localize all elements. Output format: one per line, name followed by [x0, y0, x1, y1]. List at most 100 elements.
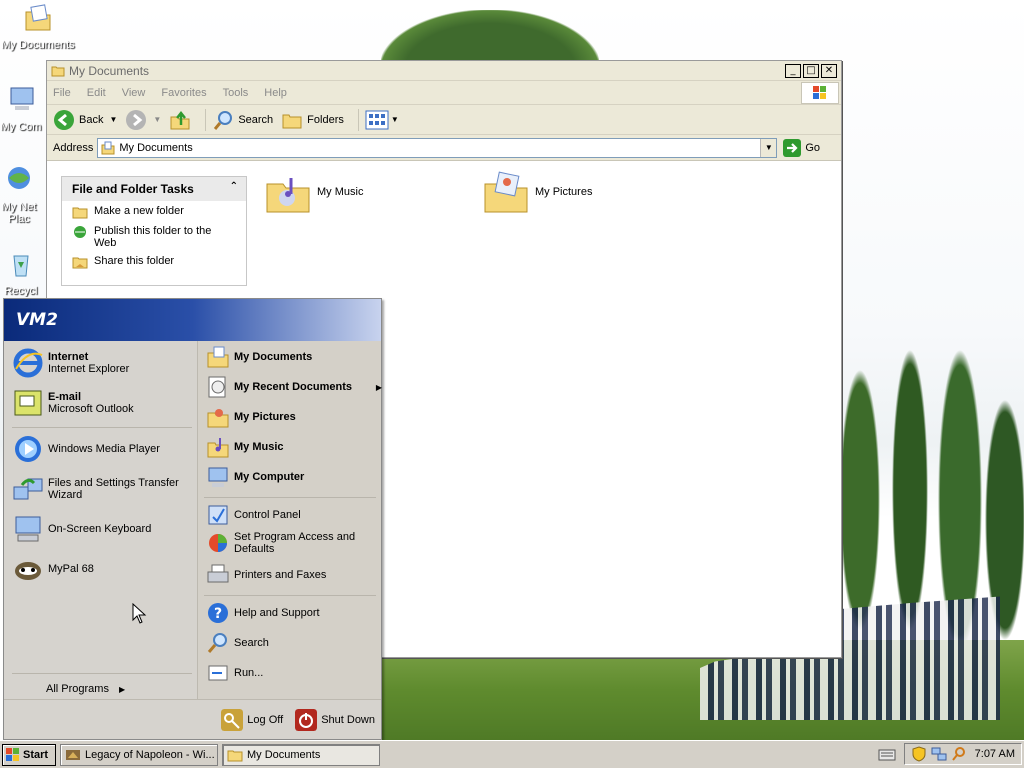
go-button[interactable]: Go — [783, 138, 820, 157]
menu-help[interactable]: Help — [264, 87, 287, 99]
start-setting-control-panel[interactable]: Control Panel — [206, 503, 301, 527]
security-shield-icon[interactable] — [911, 746, 927, 762]
maximize-button[interactable]: □ — [803, 63, 819, 78]
start-run[interactable]: Run... — [206, 661, 263, 685]
search-icon[interactable] — [951, 746, 967, 762]
desktop-icon-my-computer[interactable]: My Com — [0, 84, 46, 133]
back-arrow-icon — [54, 109, 74, 130]
window-titlebar[interactable]: My Documents _ □ ✕ — [47, 61, 841, 81]
shut-down-button[interactable]: Shut Down — [295, 708, 375, 731]
search-icon — [207, 633, 227, 653]
folder-label: My Pictures — [535, 186, 593, 198]
start-item-mypal[interactable]: MyPal 68 — [12, 553, 94, 585]
mouse-cursor-icon — [132, 603, 147, 624]
taskbar-item-label: My Documents — [247, 748, 321, 761]
minimize-button[interactable]: _ — [785, 63, 801, 78]
up-folder-button[interactable] — [169, 109, 191, 131]
start-item-media-player[interactable]: Windows Media Player — [12, 433, 160, 465]
shut-down-label: Shut Down — [321, 713, 375, 726]
close-button[interactable]: ✕ — [821, 63, 837, 78]
start-setting-printers[interactable]: Printers and Faxes — [206, 563, 326, 587]
start-place-recent-documents[interactable]: My Recent Documents ▶ — [206, 375, 382, 399]
start-item-sub: Internet Explorer — [48, 363, 130, 375]
start-item-internet[interactable]: Internet Internet Explorer — [12, 347, 129, 379]
menu-bar: File Edit View Favorites Tools Help — [47, 81, 841, 105]
run-icon — [208, 665, 228, 681]
taskbar-item-label: Legacy of Napoleon - Wi... — [85, 748, 215, 761]
my-music-icon — [207, 438, 229, 458]
start-place-my-pictures[interactable]: My Pictures — [206, 405, 296, 429]
address-input[interactable]: My Documents ▼ — [97, 137, 778, 158]
start-item-label: Windows Media Player — [48, 443, 160, 455]
network-places-icon — [8, 167, 30, 189]
taskbar-item-my-documents[interactable]: My Documents — [222, 743, 380, 766]
start-place-label: My Recent Documents — [234, 381, 352, 393]
task-label: Make a new folder — [94, 205, 184, 217]
network-icon[interactable] — [931, 746, 947, 762]
folders-button[interactable]: Folders — [281, 109, 344, 131]
menu-tools[interactable]: Tools — [223, 87, 249, 99]
search-button[interactable]: Search — [212, 109, 273, 131]
folder-my-pictures[interactable]: My Pictures — [483, 168, 592, 216]
views-dropdown-icon[interactable]: ▼ — [391, 115, 399, 124]
menu-view[interactable]: View — [122, 87, 146, 99]
start-item-transfer-wizard[interactable]: Files and Settings Transfer Wizard — [12, 473, 188, 505]
start-item-label: On-Screen Keyboard — [48, 523, 152, 535]
start-item-email[interactable]: E-mail Microsoft Outlook — [12, 387, 134, 419]
menu-favorites[interactable]: Favorites — [161, 87, 206, 99]
forward-dropdown-icon[interactable]: ▼ — [153, 115, 161, 124]
start-help-and-support[interactable]: ? Help and Support — [206, 601, 320, 625]
folder-label: My Music — [317, 186, 364, 198]
game-icon — [66, 749, 80, 760]
back-label: Back — [79, 113, 104, 126]
address-value: My Documents — [119, 141, 193, 154]
views-button[interactable]: ▼ — [365, 109, 399, 131]
recycle-bin-icon — [13, 255, 29, 277]
start-place-label: My Pictures — [234, 411, 296, 423]
start-search[interactable]: Search — [206, 631, 269, 655]
back-button[interactable]: Back ▼ — [53, 109, 117, 131]
views-icon — [365, 110, 389, 129]
start-place-my-computer[interactable]: My Computer — [206, 465, 304, 489]
internet-explorer-icon — [13, 348, 43, 378]
start-item-label: MyPal 68 — [48, 563, 94, 575]
keyboard-icon — [15, 516, 41, 542]
log-off-button[interactable]: Log Off — [221, 708, 283, 731]
task-make-folder[interactable]: Make a new folder — [62, 201, 246, 221]
keyboard-language-icon[interactable] — [878, 747, 896, 761]
start-place-my-documents[interactable]: My Documents — [206, 345, 312, 369]
menu-file[interactable]: File — [53, 87, 71, 99]
task-pane-header[interactable]: File and Folder Tasks ⌃ — [62, 177, 246, 201]
start-setting-label: Printers and Faxes — [234, 569, 327, 581]
all-programs-button[interactable]: All Programs ▶ — [46, 683, 125, 695]
task-label: Share this folder — [94, 255, 175, 267]
clock[interactable]: 7:07 AM — [975, 748, 1015, 760]
collapse-chevron-icon[interactable]: ⌃ — [230, 181, 238, 192]
start-place-label: My Music — [234, 441, 284, 453]
control-panel-icon — [208, 505, 228, 525]
start-place-my-music[interactable]: My Music — [206, 435, 284, 459]
start-setting-label: Control Panel — [234, 509, 301, 521]
start-item-name: Internet — [48, 351, 89, 363]
start-setting-program-defaults[interactable]: Set Program Access and Defaults — [206, 531, 356, 555]
start-menu-footer: Log Off Shut Down — [4, 699, 381, 739]
taskbar-item-legacy-of-napoleon[interactable]: Legacy of Napoleon - Wi... — [60, 743, 218, 766]
task-publish[interactable]: Publish this folder to the Web — [62, 221, 246, 251]
desktop-icon-my-documents[interactable]: My Documents — [0, 2, 76, 51]
start-divider — [204, 595, 376, 596]
up-folder-icon — [170, 110, 190, 129]
back-dropdown-icon[interactable]: ▼ — [109, 115, 117, 124]
menu-edit[interactable]: Edit — [87, 87, 106, 99]
folder-my-music[interactable]: My Music — [265, 168, 363, 216]
start-button[interactable]: Start — [2, 743, 56, 766]
my-computer-icon — [208, 467, 228, 487]
address-label: Address — [53, 141, 94, 154]
task-share[interactable]: Share this folder — [62, 251, 246, 271]
start-item-on-screen-keyboard[interactable]: On-Screen Keyboard — [12, 513, 151, 545]
forward-button[interactable]: ▼ — [125, 109, 161, 131]
desktop-icon-recycle-bin[interactable]: Recycl — [0, 248, 46, 297]
desktop-icon-network[interactable]: My Net Plac — [0, 164, 46, 225]
start-help-label: Run... — [234, 667, 264, 679]
address-dropdown-icon[interactable]: ▼ — [760, 138, 777, 157]
address-bar: Address My Documents ▼ Go — [47, 135, 841, 161]
